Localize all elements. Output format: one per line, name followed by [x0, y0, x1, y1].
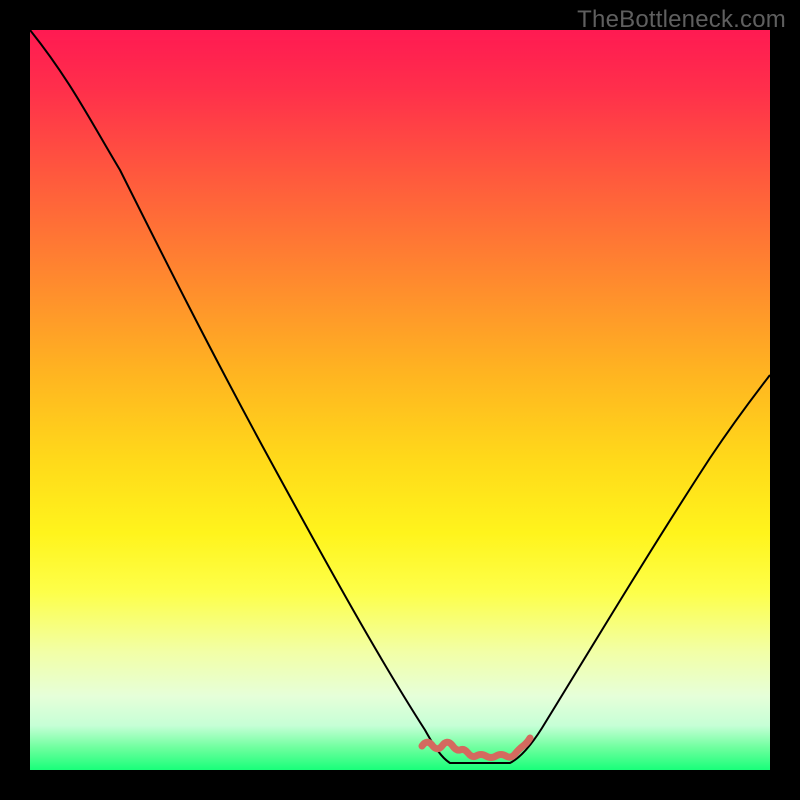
chart-frame: TheBottleneck.com: [0, 0, 800, 800]
plot-area: [30, 30, 770, 770]
trough-marker: [422, 738, 530, 758]
watermark-text: TheBottleneck.com: [577, 6, 786, 34]
bottleneck-curve: [30, 30, 770, 763]
chart-svg: [30, 30, 770, 770]
